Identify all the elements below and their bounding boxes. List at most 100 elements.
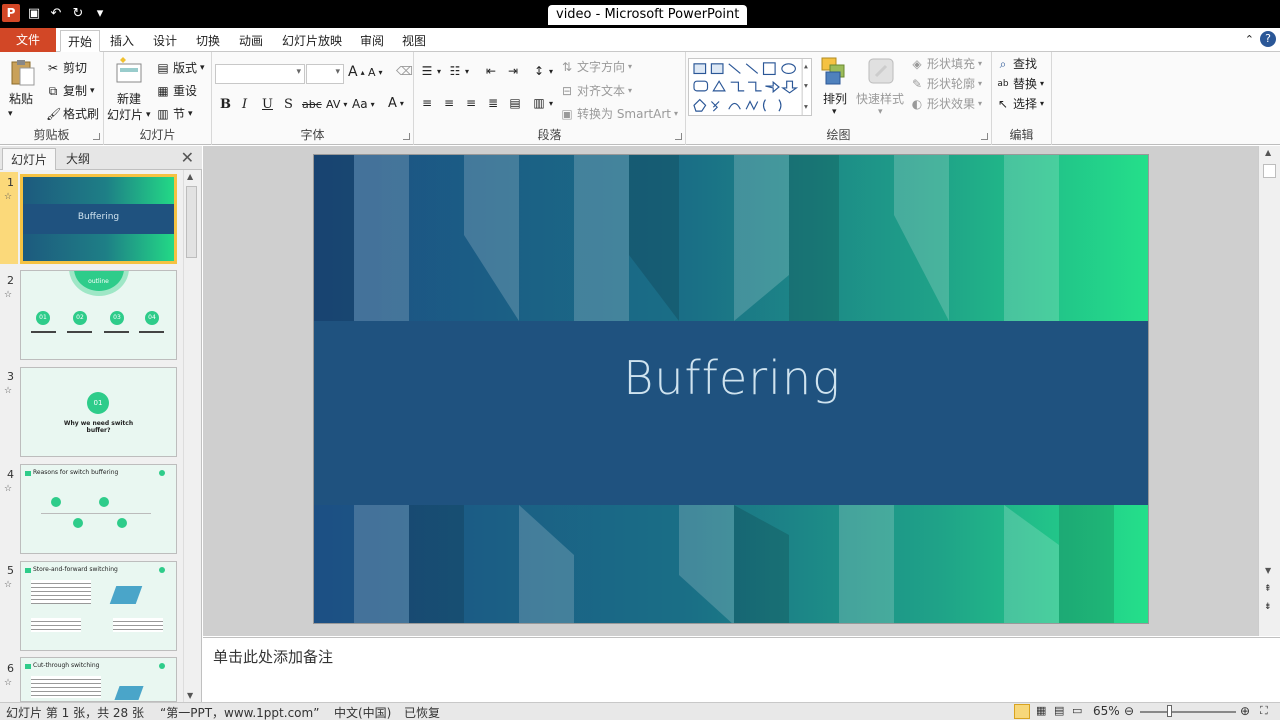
font-color-button[interactable]: A ▾: [388, 96, 404, 111]
tab-design[interactable]: 设计: [146, 30, 184, 52]
select-button[interactable]: ↖ 选择 ▾: [996, 95, 1044, 112]
section-button[interactable]: ▥ 节 ▾: [156, 105, 192, 122]
new-slide-dropdown[interactable]: 幻灯片 ▾: [107, 106, 151, 123]
change-case-button[interactable]: Aa ▾: [352, 97, 375, 111]
tab-animations[interactable]: 动画: [232, 30, 270, 52]
paste-button[interactable]: 粘贴: [9, 90, 33, 107]
quick-styles-dropdown-icon[interactable]: ▾: [878, 107, 883, 117]
vertical-scrollbar[interactable]: ▲ ▼ ⇞ ⇟: [1258, 146, 1280, 636]
notes-pane[interactable]: 单击此处添加备注: [203, 637, 1280, 702]
zoom-slider-thumb[interactable]: [1167, 705, 1172, 717]
paste-dropdown-icon[interactable]: ▾: [8, 109, 13, 119]
arrange-dropdown-icon[interactable]: ▾: [832, 107, 837, 117]
slide-thumbnail-5[interactable]: Store-and-forward switching: [20, 561, 177, 651]
copy-button[interactable]: ⧉ 复制 ▾: [46, 82, 95, 99]
zoom-in-icon[interactable]: ⊕: [1240, 704, 1250, 718]
numbering-button[interactable]: ☷ ▾: [448, 64, 469, 78]
tab-slide-show[interactable]: 幻灯片放映: [276, 30, 348, 52]
distribute-icon[interactable]: ▤: [508, 96, 522, 110]
bold-button[interactable]: B: [220, 97, 231, 112]
clear-format-icon[interactable]: ⌫: [396, 64, 413, 78]
slide-thumbnail-6[interactable]: Cut-through switching: [20, 657, 177, 702]
minimize-ribbon-icon[interactable]: ⌃: [1245, 33, 1254, 46]
new-slide-icon[interactable]: [114, 56, 144, 86]
font-launcher-icon[interactable]: [403, 133, 410, 140]
text-direction-button[interactable]: ⇅ 文字方向 ▾: [560, 58, 632, 75]
scroll-thumb[interactable]: [1263, 164, 1276, 178]
char-spacing-button[interactable]: AV ▾: [326, 98, 347, 111]
justify-icon[interactable]: ≣: [486, 96, 500, 110]
grow-font-button[interactable]: A ▴: [348, 64, 365, 80]
replace-button[interactable]: ab 替换 ▾: [996, 75, 1044, 92]
align-text-button[interactable]: ⊟ 对齐文本 ▾: [560, 82, 632, 99]
clipboard-launcher-icon[interactable]: [93, 133, 100, 140]
italic-button[interactable]: I: [242, 97, 247, 112]
theme-status[interactable]: “第一PPT，www.1ppt.com”: [160, 704, 319, 720]
paste-icon[interactable]: [8, 58, 38, 88]
quick-styles-icon[interactable]: [866, 56, 896, 86]
slide-canvas[interactable]: Buffering: [313, 154, 1149, 624]
paragraph-launcher-icon[interactable]: [675, 133, 682, 140]
scroll-thumb[interactable]: [186, 186, 197, 258]
fit-to-window-icon[interactable]: ⛶: [1260, 704, 1268, 718]
font-size-combo[interactable]: [306, 64, 344, 84]
language-status[interactable]: 中文(中国): [334, 704, 391, 720]
tab-view[interactable]: 视图: [396, 30, 432, 52]
strikethrough-button[interactable]: abc: [302, 98, 322, 111]
shadow-button[interactable]: S: [284, 97, 293, 112]
slide-thumbnail-1[interactable]: Buffering: [20, 174, 177, 264]
slideshow-icon[interactable]: ▭: [1072, 704, 1082, 717]
slides-pane-scrollbar[interactable]: ▲ ▼: [183, 170, 200, 702]
align-left-icon[interactable]: ≡: [420, 96, 434, 110]
decrease-indent-icon[interactable]: ⇤: [484, 64, 498, 78]
shape-effects-button[interactable]: ◐ 形状效果 ▾: [910, 95, 982, 112]
find-button[interactable]: ⌕ 查找: [996, 55, 1037, 72]
bullets-button[interactable]: ☰ ▾: [420, 64, 441, 78]
layout-button[interactable]: ▤ 版式 ▾: [156, 59, 204, 76]
slide-thumbnail-3[interactable]: 01 Why we need switch buffer?: [20, 367, 177, 457]
align-center-icon[interactable]: ≡: [442, 96, 456, 110]
shape-outline-button[interactable]: ✎ 形状轮廓 ▾: [910, 75, 982, 92]
line-spacing-button[interactable]: ↕ ▾: [532, 64, 553, 78]
shapes-gallery[interactable]: ▴ ▾ ▾: [688, 58, 812, 116]
underline-button[interactable]: U: [262, 97, 273, 112]
smartart-button[interactable]: ▣ 转换为 SmartArt ▾: [560, 105, 678, 122]
align-right-icon[interactable]: ≡: [464, 96, 478, 110]
undo-icon[interactable]: ↶: [48, 5, 64, 21]
tab-file[interactable]: 文件: [0, 28, 56, 52]
next-slide-icon[interactable]: ⇟: [1264, 602, 1272, 612]
reading-view-icon[interactable]: ▤: [1054, 704, 1064, 717]
columns-button[interactable]: ▥ ▾: [532, 96, 553, 110]
arrange-icon[interactable]: [820, 56, 850, 86]
tab-review[interactable]: 审阅: [354, 30, 390, 52]
tab-outline-pane[interactable]: 大纲: [58, 148, 98, 170]
zoom-slider[interactable]: [1140, 711, 1236, 713]
redo-icon[interactable]: ↻: [70, 5, 86, 21]
slide-thumbnail-4[interactable]: Reasons for switch buffering: [20, 464, 177, 554]
previous-slide-icon[interactable]: ⇞: [1264, 584, 1272, 594]
notes-placeholder[interactable]: 单击此处添加备注: [213, 646, 333, 667]
font-name-combo[interactable]: [215, 64, 305, 84]
zoom-level[interactable]: 65%: [1093, 704, 1120, 718]
help-icon[interactable]: ?: [1260, 31, 1276, 47]
close-pane-icon[interactable]: ✕: [181, 148, 194, 167]
cut-button[interactable]: ✂ 剪切: [46, 59, 87, 76]
zoom-out-icon[interactable]: ⊖: [1124, 704, 1134, 718]
tab-transitions[interactable]: 切换: [190, 30, 226, 52]
save-icon[interactable]: ▣: [26, 5, 42, 21]
arrange-button[interactable]: 排列: [823, 90, 847, 107]
format-painter-button[interactable]: 🖌 格式刷: [46, 105, 99, 122]
normal-view-icon[interactable]: [1014, 704, 1030, 719]
reset-button[interactable]: ▦ 重设: [156, 82, 197, 99]
slide-sorter-icon[interactable]: ▦: [1036, 704, 1046, 717]
quick-styles-button[interactable]: 快速样式: [856, 90, 904, 107]
increase-indent-icon[interactable]: ⇥: [506, 64, 520, 78]
drawing-launcher-icon[interactable]: [981, 133, 988, 140]
shape-fill-button[interactable]: ◈ 形状填充 ▾: [910, 55, 982, 72]
tab-insert[interactable]: 插入: [104, 30, 140, 52]
slide-thumbnail-2[interactable]: outline 01 02 03 04: [20, 270, 177, 360]
powerpoint-logo-icon[interactable]: P: [2, 4, 20, 22]
shrink-font-button[interactable]: A ▾: [368, 66, 383, 79]
slide-title[interactable]: Buffering: [314, 351, 1148, 405]
customize-qat-icon[interactable]: ▾: [92, 5, 108, 21]
